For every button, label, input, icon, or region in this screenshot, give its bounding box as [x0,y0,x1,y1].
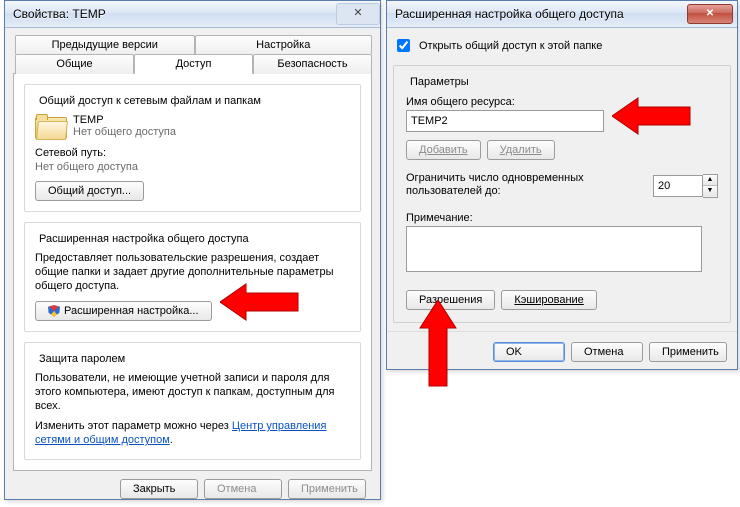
comment-label: Примечание: [406,212,718,224]
tab-previous-versions[interactable]: Предыдущие версии [15,35,195,54]
advanced-desc: Предоставляет пользовательские разрешени… [35,251,350,293]
close-dialog-button[interactable]: Закрыть [120,479,198,499]
advanced-sharing-button-label: Расширенная настройка... [64,305,199,317]
apply-button[interactable]: Применить [649,342,727,362]
ok-button[interactable]: OK [493,342,565,362]
share-button[interactable]: Общий доступ... [35,181,144,201]
permissions-button[interactable]: Разрешения [406,290,495,310]
folder-status: Нет общего доступа [73,126,176,138]
add-share-button[interactable]: Добавить [406,140,481,160]
enable-share-label: Открыть общий доступ к этой папке [419,40,602,52]
tab-customize[interactable]: Настройка [195,35,373,54]
properties-title: Свойства: TEMP [13,7,336,21]
close-icon[interactable] [687,4,733,24]
share-name-label: Имя общего ресурса: [406,96,718,108]
link-suffix: . [170,434,173,446]
tab-sharing[interactable]: Доступ [134,54,253,74]
advanced-dialog-title: Расширенная настройка общего доступа [395,7,687,21]
password-desc: Пользователи, не имеющие учетной записи … [35,371,350,413]
limit-input[interactable] [653,175,703,197]
group-network-sharing-title: Общий доступ к сетевым файлам и папкам [35,95,265,107]
tab-general[interactable]: Общие [15,54,134,74]
share-name-input[interactable] [406,110,604,132]
tab-security[interactable]: Безопасность [253,54,372,74]
advanced-sharing-button[interactable]: Расширенная настройка... [35,301,212,321]
cancel-dialog-button[interactable]: Отмена [204,479,282,499]
group-password-title: Защита паролем [35,353,129,365]
properties-titlebar: Свойства: TEMP ✕ [5,1,380,28]
remove-share-button[interactable]: Удалить [487,140,555,160]
comment-input[interactable] [406,226,702,272]
caching-button[interactable]: Кэширование [501,290,596,310]
limit-spinner[interactable]: ▲▼ [703,174,718,198]
enable-share-checkbox[interactable] [397,39,410,52]
close-button[interactable]: ✕ [336,3,380,25]
cancel-button[interactable]: Отмена [571,342,643,362]
advanced-dialog-titlebar: Расширенная настройка общего доступа [387,1,737,28]
network-path-value: Нет общего доступа [35,161,350,173]
network-path-label: Сетевой путь: [35,147,350,159]
apply-dialog-button[interactable]: Применить [288,479,366,499]
shield-icon [48,305,60,317]
link-prefix: Изменить этот параметр можно через [35,420,232,432]
folder-icon [35,113,65,139]
limit-label: Ограничить число одновременных пользоват… [406,172,606,198]
group-advanced-title: Расширенная настройка общего доступа [35,233,253,245]
folder-name: TEMP [73,114,176,126]
params-legend: Параметры [406,76,473,88]
